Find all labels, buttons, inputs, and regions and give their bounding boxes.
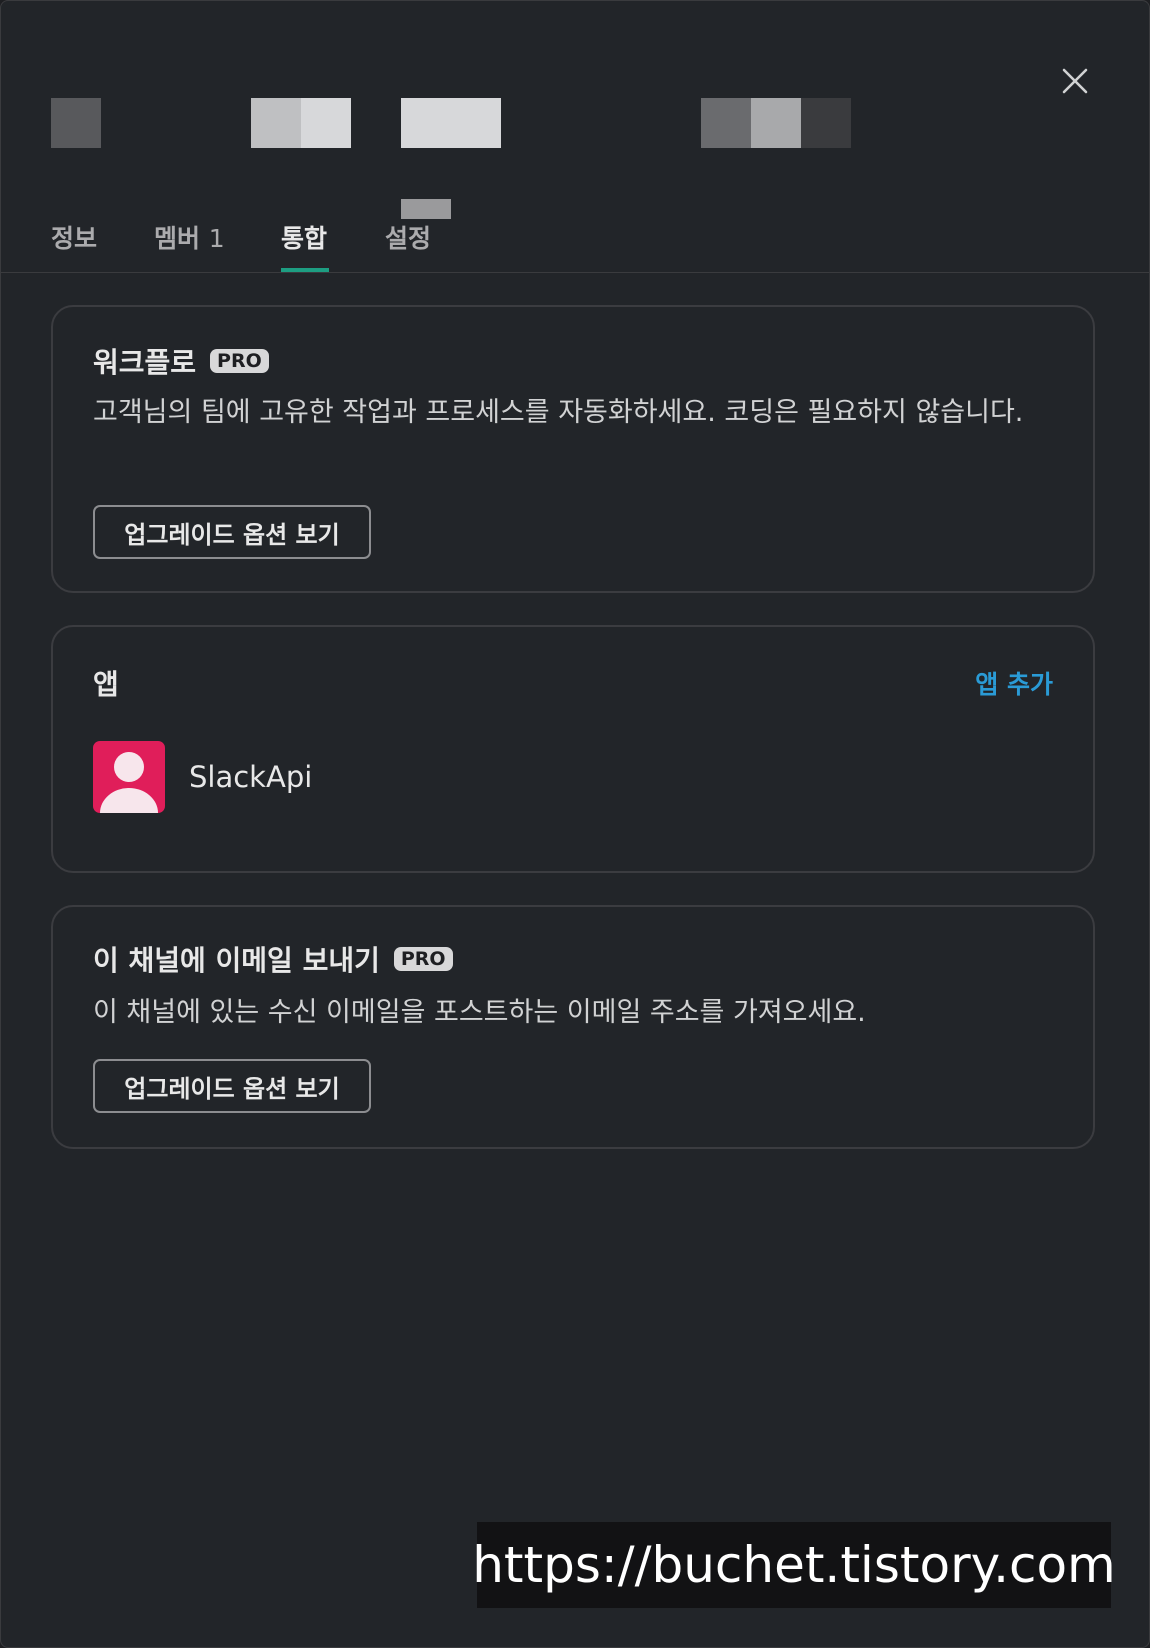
avatar-head xyxy=(114,752,144,782)
obscured-title-block xyxy=(751,98,801,148)
channel-details-modal: 정보 멤버 1 통합 설정 워크플로 PRO 고객님의 팀에 고유한 작업과 프로… xyxy=(0,0,1150,1648)
user-avatar-icon xyxy=(93,741,165,813)
close-icon xyxy=(1062,68,1088,94)
tab-integrations[interactable]: 통합 xyxy=(281,219,327,255)
workflow-title: 워크플로 xyxy=(93,346,197,379)
pro-badge: PRO xyxy=(393,947,453,971)
obscured-title-block xyxy=(801,98,851,148)
close-button[interactable] xyxy=(1055,61,1095,101)
workflow-description: 고객님의 팀에 고유한 작업과 프로세스를 자동화하세요. 코딩은 필요하지 않… xyxy=(93,397,1024,428)
avatar-body xyxy=(100,788,158,813)
tab-label: 설정 xyxy=(385,224,432,253)
obscured-title-block xyxy=(401,98,501,148)
email-title: 이 채널에 이메일 보내기 xyxy=(93,944,380,977)
obscured-title-block xyxy=(51,98,101,148)
card-title: 이 채널에 이메일 보내기 PRO xyxy=(93,939,453,979)
tab-bar: 정보 멤버 1 통합 설정 xyxy=(1,199,1149,273)
obscured-title-block xyxy=(701,98,751,148)
add-app-link[interactable]: 앱 추가 xyxy=(975,665,1053,701)
obscured-title-block xyxy=(251,98,301,148)
tab-label: 통합 xyxy=(281,224,328,253)
tab-label: 정보 xyxy=(51,224,98,253)
email-description: 이 채널에 있는 수신 이메일을 포스트하는 이메일 주소를 가져오세요. xyxy=(93,997,866,1028)
app-name: SlackApi xyxy=(189,760,313,794)
tab-info[interactable]: 정보 xyxy=(51,219,97,255)
active-tab-indicator xyxy=(281,268,329,272)
apps-card: 앱 앱 추가 SlackApi xyxy=(51,625,1095,873)
app-list-item[interactable]: SlackApi xyxy=(93,741,312,813)
tab-label: 멤버 xyxy=(154,224,201,253)
tab-settings[interactable]: 설정 xyxy=(385,219,431,255)
pro-badge: PRO xyxy=(210,349,269,373)
member-count: 1 xyxy=(208,224,225,253)
watermark: https://buchet.tistory.com xyxy=(472,1522,1116,1608)
upgrade-options-button[interactable]: 업그레이드 옵션 보기 xyxy=(93,505,371,559)
upgrade-options-button[interactable]: 업그레이드 옵션 보기 xyxy=(93,1059,371,1113)
workflow-card: 워크플로 PRO 고객님의 팀에 고유한 작업과 프로세스를 자동화하세요. 코딩… xyxy=(51,305,1095,593)
apps-title: 앱 xyxy=(93,668,119,701)
email-card: 이 채널에 이메일 보내기 PRO 이 채널에 있는 수신 이메일을 포스트하는 … xyxy=(51,905,1095,1149)
card-title: 워크플로 PRO xyxy=(93,341,269,381)
obscured-tab-block xyxy=(401,199,451,219)
obscured-title-block xyxy=(301,98,351,148)
tab-members[interactable]: 멤버 1 xyxy=(154,219,225,255)
